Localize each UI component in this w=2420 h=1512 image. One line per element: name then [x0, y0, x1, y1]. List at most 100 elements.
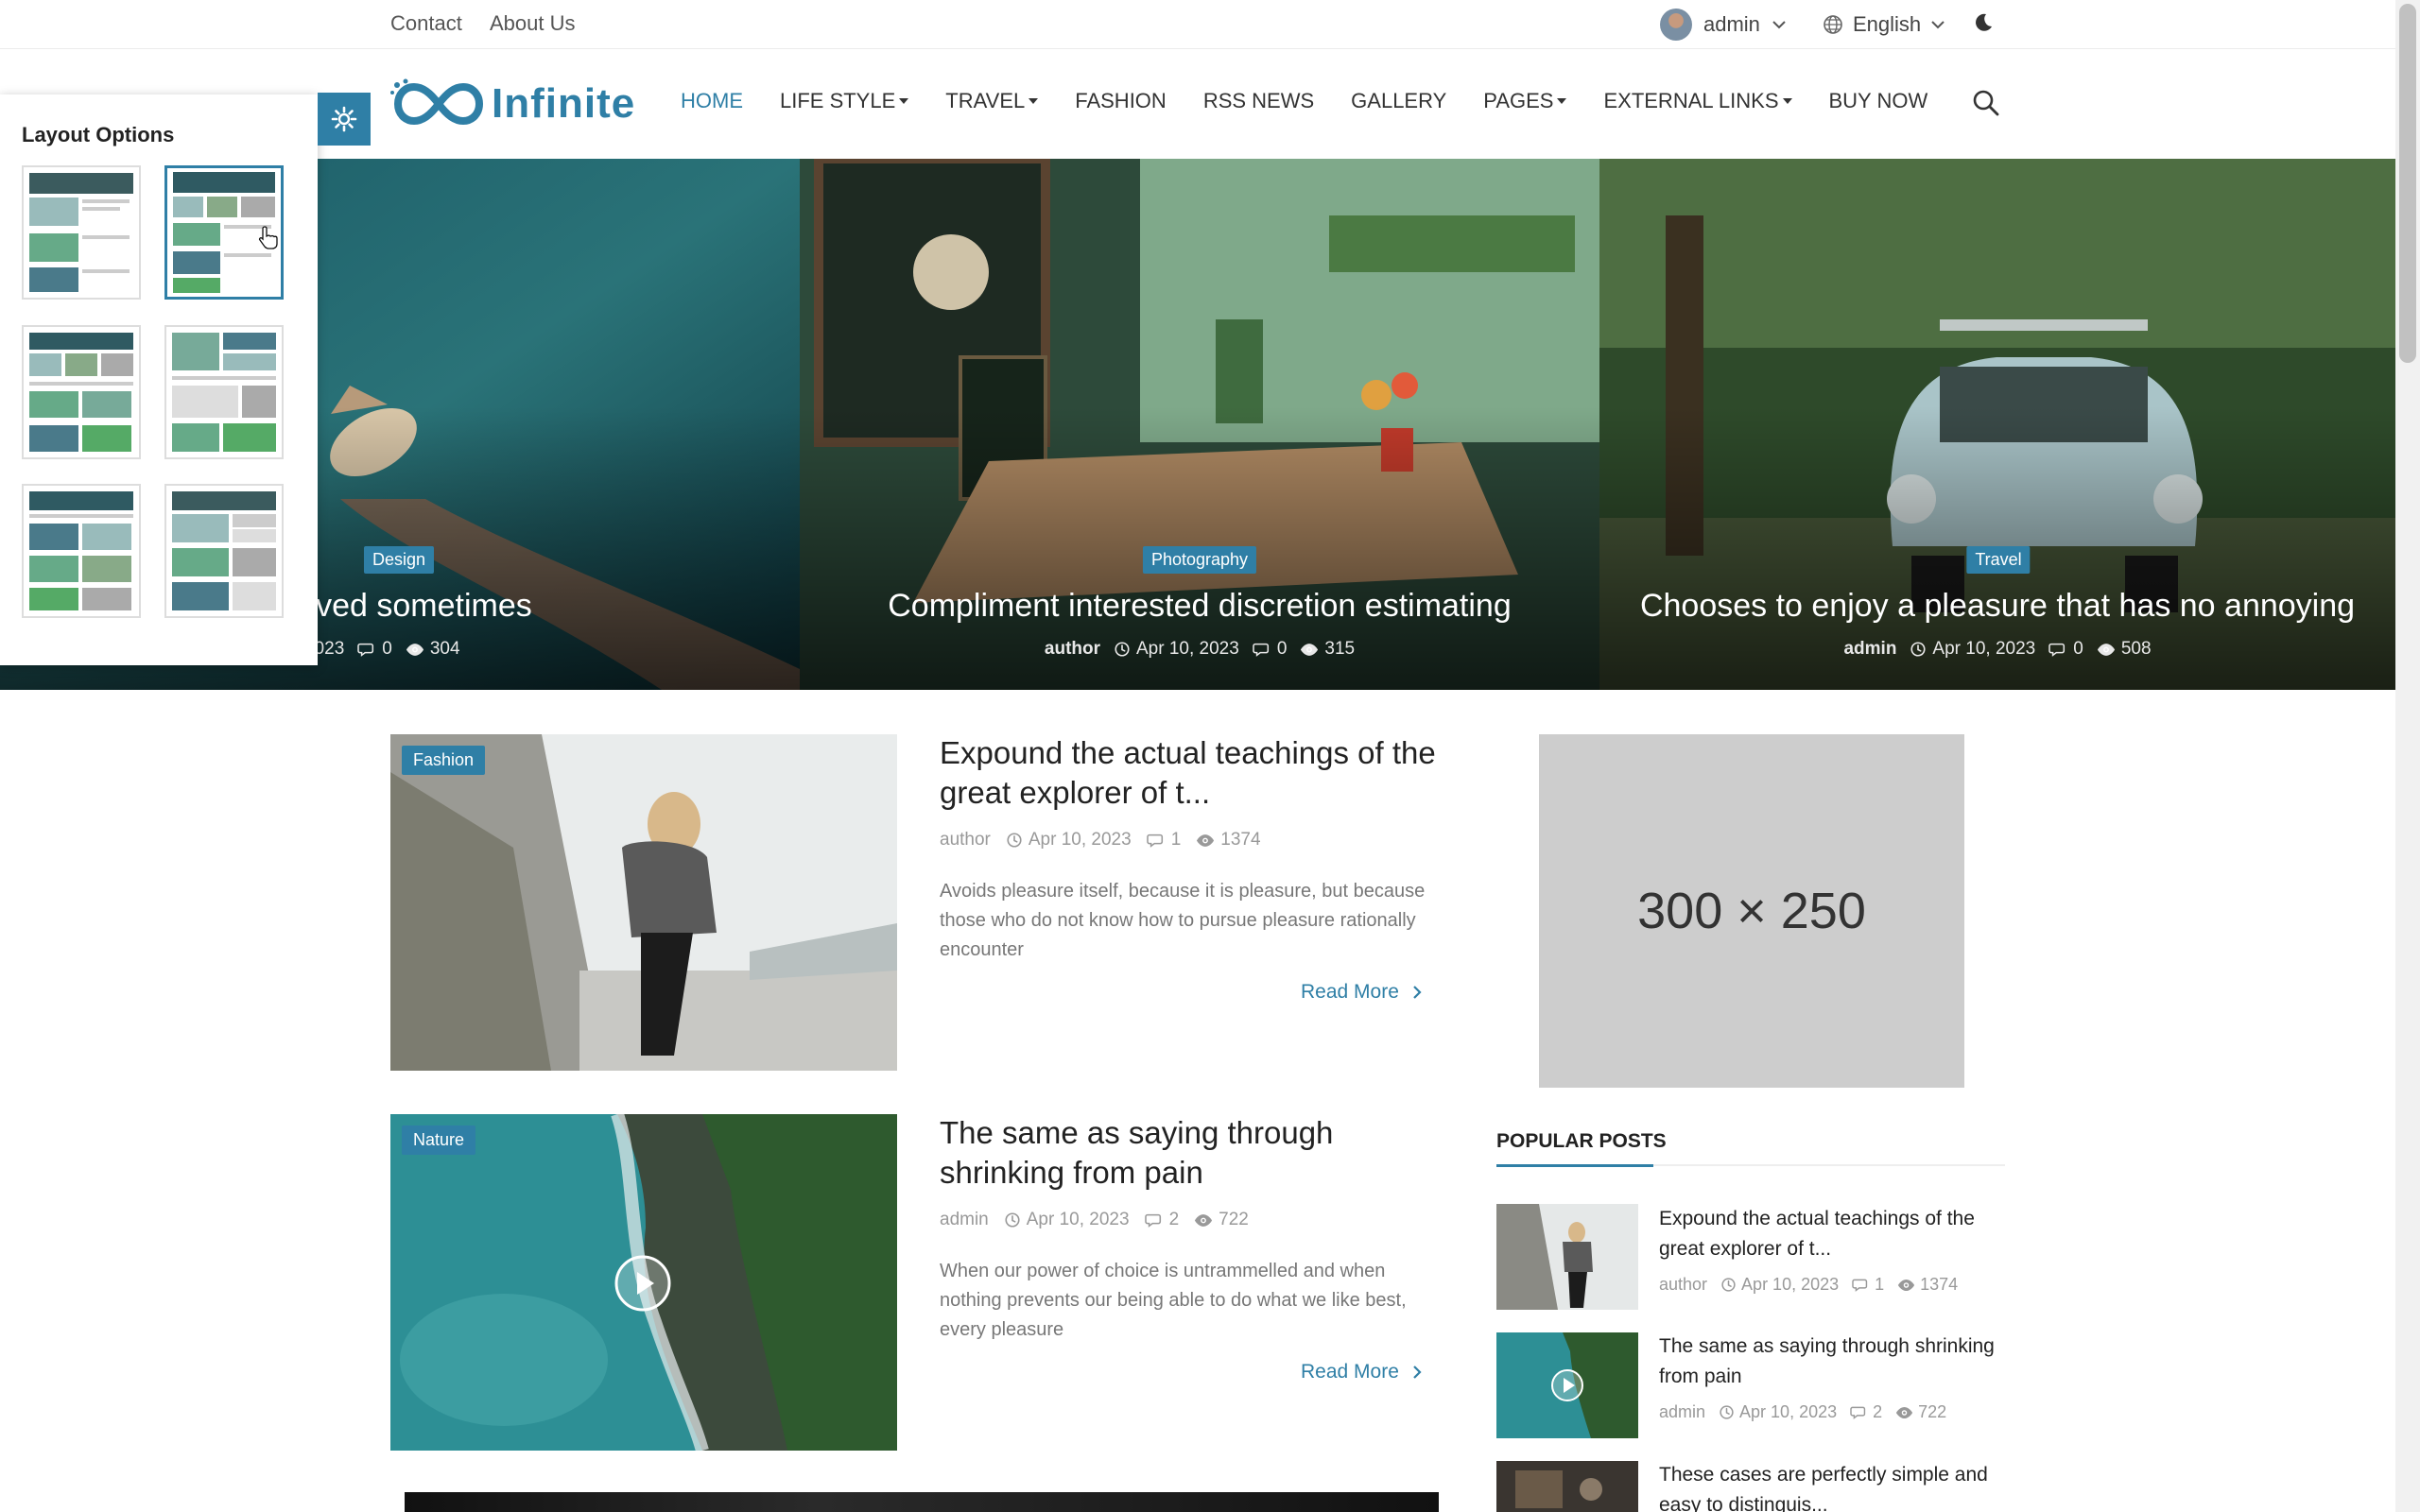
caret-down-icon	[1557, 98, 1567, 104]
hero-slide[interactable]: Photography Compliment interested discre…	[800, 159, 1599, 690]
post-title[interactable]: Expound the actual teachings of the grea…	[940, 733, 1450, 813]
language-selector[interactable]: English	[1823, 8, 1945, 42]
user-name: admin	[1703, 12, 1760, 36]
nav-item-travel[interactable]: TRAVEL	[945, 89, 1039, 113]
post-excerpt: When our power of choice is untrammelled…	[940, 1261, 1407, 1340]
nav-label: HOME	[681, 89, 743, 112]
eye-icon	[1300, 643, 1319, 657]
eye-icon	[1897, 1279, 1915, 1292]
eye-icon	[1196, 833, 1215, 848]
popular-post-date: Apr 10, 2023	[1741, 1275, 1840, 1294]
nav-label: RSS NEWS	[1202, 89, 1315, 112]
site-logo[interactable]: Infinite	[389, 77, 635, 130]
popular-post-title[interactable]: The same as saying through shrinking fro…	[1659, 1332, 2009, 1392]
read-more-link[interactable]: Read More	[1301, 1361, 1422, 1383]
post-author[interactable]: author	[940, 830, 991, 850]
layout-option-3[interactable]	[22, 325, 141, 459]
popular-post-thumb[interactable]	[1496, 1461, 1638, 1512]
post-views: 1374	[1220, 830, 1261, 850]
caret-down-icon	[899, 98, 909, 104]
heading-underline	[1496, 1164, 1653, 1167]
comment-icon	[1147, 832, 1166, 849]
chevron-down-icon	[1931, 21, 1945, 29]
clock-icon	[1910, 641, 1927, 658]
play-icon[interactable]	[614, 1254, 672, 1313]
scrollbar-thumb[interactable]	[2399, 4, 2416, 363]
hero-slide[interactable]: Travel Chooses to enjoy a pleasure that …	[1599, 159, 2395, 690]
slide-title[interactable]: Chooses to enjoy a pleasure that has no …	[1599, 588, 2395, 625]
nav-label: LIFE STYLE	[780, 89, 896, 112]
nav-label: PAGES	[1483, 89, 1554, 112]
post-comments: 2	[1168, 1210, 1180, 1229]
nav-item-pages[interactable]: PAGES	[1483, 89, 1567, 113]
slide-comments: 0	[2073, 639, 2083, 659]
nav-item-lifestyle[interactable]: LIFE STYLE	[780, 89, 909, 113]
dark-mode-toggle-icon[interactable]	[1972, 11, 1995, 34]
user-menu[interactable]: admin	[1660, 8, 1787, 42]
slide-title[interactable]: Compliment interested discretion estimat…	[800, 588, 1599, 625]
nav-item-rss-news[interactable]: RSS NEWS	[1203, 89, 1314, 113]
layout-option-4[interactable]	[164, 325, 284, 459]
category-badge[interactable]: Travel	[1966, 546, 2031, 574]
popular-post-thumb[interactable]	[1496, 1332, 1638, 1438]
nav-item-home[interactable]: HOME	[681, 89, 743, 113]
layout-option-2[interactable]	[164, 165, 284, 300]
post-title[interactable]: The same as saying through shrinking fro…	[940, 1113, 1450, 1193]
popular-post-author[interactable]: admin	[1659, 1402, 1705, 1422]
category-badge[interactable]: Nature	[402, 1125, 476, 1155]
comment-icon	[1145, 1211, 1164, 1228]
avatar	[1660, 9, 1692, 41]
nav-label: TRAVEL	[945, 89, 1026, 112]
layout-option-5[interactable]	[22, 484, 141, 618]
ad-placeholder[interactable]: 300 × 250	[1539, 734, 1964, 1088]
post-image[interactable]: Fashion	[390, 734, 897, 1071]
search-icon[interactable]	[1972, 89, 2000, 117]
comment-icon	[357, 641, 376, 658]
nav-label: FASHION	[1075, 89, 1167, 112]
popular-post-views: 722	[1918, 1402, 1947, 1421]
post-excerpt: Avoids pleasure itself, because it is pl…	[940, 881, 1426, 960]
read-more-label: Read More	[1301, 981, 1399, 1003]
clock-icon	[1114, 641, 1131, 658]
layout-option-6[interactable]	[164, 484, 284, 618]
popular-post-views: 1374	[1920, 1275, 1959, 1294]
globe-icon	[1824, 15, 1842, 34]
category-badge[interactable]: Fashion	[402, 746, 486, 775]
popular-post-author[interactable]: author	[1659, 1275, 1707, 1295]
slide-author[interactable]: admin	[1843, 639, 1896, 660]
clock-icon	[1004, 1211, 1021, 1228]
nav-label: GALLERY	[1351, 89, 1447, 112]
layout-options-panel: Layout Options	[0, 94, 318, 665]
layout-option-1[interactable]	[22, 165, 141, 300]
clock-icon	[1720, 1277, 1737, 1293]
popular-post-title[interactable]: Expound the actual teachings of the grea…	[1659, 1204, 2009, 1264]
slide-date: Apr 10, 2023	[1932, 639, 2036, 659]
layout-options-title: Layout Options	[22, 123, 175, 146]
nav-item-fashion[interactable]: FASHION	[1075, 89, 1167, 113]
nav-item-buy-now[interactable]: BUY NOW	[1829, 89, 1928, 113]
category-badge[interactable]: Photography	[1142, 546, 1257, 574]
post-comments: 1	[1170, 830, 1182, 850]
contact-link[interactable]: Contact	[390, 11, 462, 36]
about-link[interactable]: About Us	[490, 11, 576, 36]
nav-item-gallery[interactable]: GALLERY	[1351, 89, 1446, 113]
infinity-logo-icon	[390, 78, 484, 126]
post-author[interactable]: admin	[940, 1210, 989, 1230]
post-image[interactable]: Nature	[390, 1114, 897, 1451]
caret-down-icon	[1028, 98, 1039, 104]
nav-item-external-links[interactable]: EXTERNAL LINKS	[1603, 89, 1792, 113]
category-badge[interactable]: Design	[363, 546, 435, 574]
clock-icon	[1719, 1404, 1735, 1420]
layout-settings-button[interactable]	[318, 93, 371, 146]
read-more-link[interactable]: Read More	[1301, 981, 1422, 1004]
popular-post-date: Apr 10, 2023	[1739, 1402, 1838, 1421]
eye-icon	[406, 643, 424, 657]
slide-author[interactable]: author	[1045, 639, 1100, 660]
slide-date: Apr 10, 2023	[1136, 639, 1239, 659]
video-post-preview[interactable]	[405, 1492, 1439, 1512]
popular-post-title[interactable]: These cases are perfectly simple and eas…	[1659, 1460, 2009, 1512]
popular-post-thumb[interactable]	[1496, 1204, 1638, 1310]
main-nav: HOME LIFE STYLE TRAVEL FASHION RSS NEWS …	[681, 89, 1927, 113]
eye-icon	[2097, 643, 2116, 657]
language-label: English	[1853, 12, 1922, 36]
